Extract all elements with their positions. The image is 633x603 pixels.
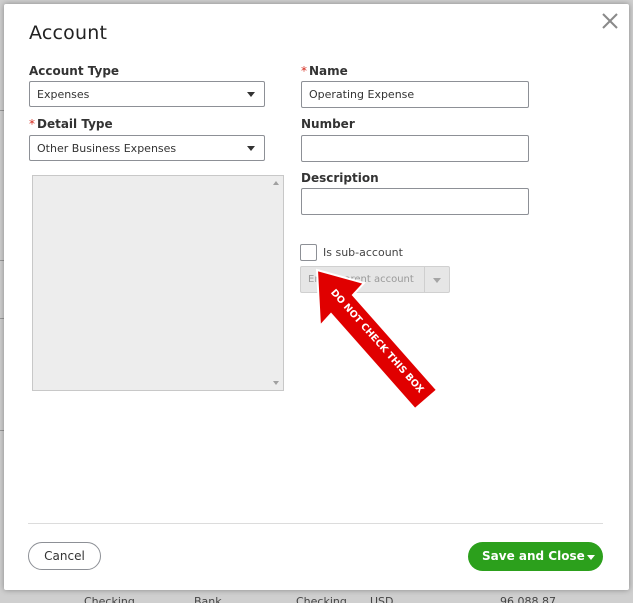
required-marker: * xyxy=(29,117,35,131)
number-input[interactable] xyxy=(301,135,529,162)
footer-divider xyxy=(28,523,603,524)
background-table-row: Checking Bank Checking USD 96,088.87 xyxy=(70,592,633,603)
sub-account-checkbox[interactable] xyxy=(300,244,317,261)
save-and-close-button[interactable]: Save and Close xyxy=(468,542,603,571)
name-label-text: Name xyxy=(309,64,348,78)
bg-cell: Checking xyxy=(84,595,135,603)
account-dialog: Account Account Type Expenses * Detail Ty… xyxy=(4,4,629,590)
chevron-down-icon[interactable] xyxy=(587,555,595,560)
bg-cell: USD xyxy=(370,595,394,603)
bg-cell: 96,088.87 xyxy=(500,595,556,603)
detail-type-select[interactable]: Other Business Expenses xyxy=(29,135,265,161)
chevron-down-icon xyxy=(247,92,255,97)
account-type-label: Account Type xyxy=(29,64,120,78)
number-label: Number xyxy=(301,117,355,131)
description-label: Description xyxy=(301,171,379,185)
dialog-title: Account xyxy=(29,22,108,44)
bg-cell: Checking xyxy=(296,595,347,603)
chevron-down-icon xyxy=(433,278,441,283)
parent-account-select[interactable]: Enter parent account xyxy=(300,266,450,293)
bg-cell: Bank xyxy=(194,595,222,603)
close-button[interactable] xyxy=(599,10,621,32)
parent-account-placeholder: Enter parent account xyxy=(308,274,414,285)
cancel-button[interactable]: Cancel xyxy=(28,542,101,570)
scroll-up-icon[interactable] xyxy=(273,181,279,185)
close-icon xyxy=(602,13,618,29)
detail-type-value: Other Business Expenses xyxy=(37,142,177,155)
scroll-down-icon[interactable] xyxy=(273,381,279,385)
detail-type-description-box[interactable] xyxy=(32,175,284,391)
name-label: * Name xyxy=(301,64,348,78)
account-type-select[interactable]: Expenses xyxy=(29,81,265,107)
save-and-close-label: Save and Close xyxy=(482,549,585,563)
name-input[interactable]: Operating Expense xyxy=(301,81,529,108)
description-input[interactable] xyxy=(301,188,529,215)
required-marker: * xyxy=(301,64,307,78)
sub-account-label: Is sub-account xyxy=(323,246,403,259)
chevron-down-icon xyxy=(247,146,255,151)
select-divider xyxy=(424,267,425,292)
detail-type-label: * Detail Type xyxy=(29,117,113,131)
detail-type-label-text: Detail Type xyxy=(37,117,113,131)
account-type-value: Expenses xyxy=(37,88,90,101)
